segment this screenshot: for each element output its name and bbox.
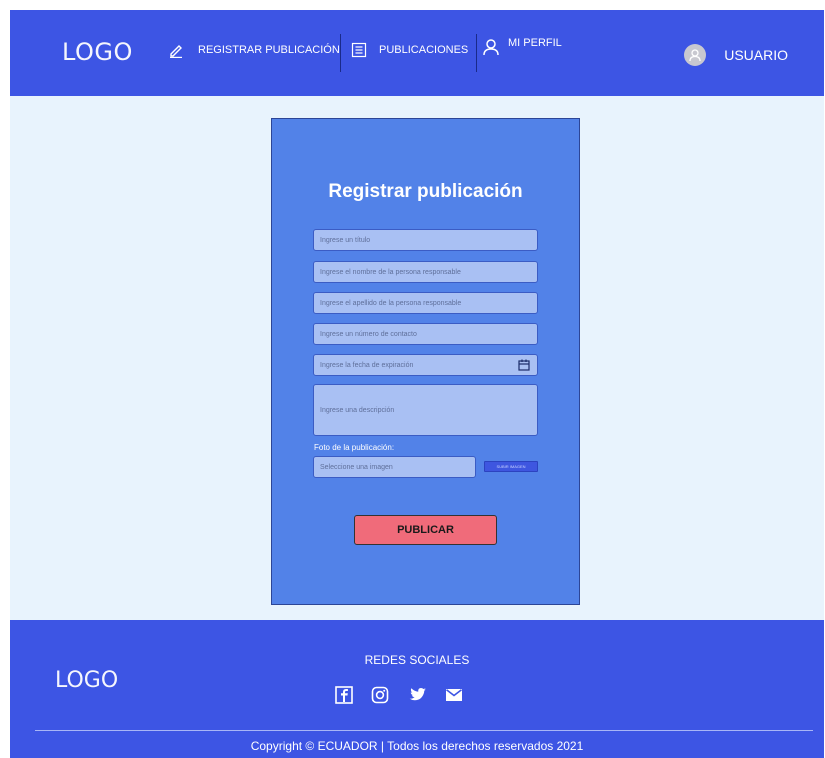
description-textarea[interactable]: Ingrese una descripción — [313, 384, 538, 436]
last-name-placeholder: Ingrese el apellido de la persona respon… — [320, 299, 462, 307]
title-placeholder: Ingrese un título — [320, 236, 371, 244]
avatar — [684, 44, 707, 66]
last-name-input[interactable]: Ingrese el apellido de la persona respon… — [313, 292, 538, 314]
nav-separator — [340, 34, 341, 72]
footer-divider — [35, 730, 813, 731]
nav-separator — [476, 34, 477, 72]
first-name-input[interactable]: Ingrese el nombre de la persona responsa… — [313, 261, 538, 283]
nav-mi-perfil[interactable]: MI PERFIL — [482, 37, 562, 57]
image-placeholder: Seleccione una imagen — [320, 463, 393, 471]
first-name-placeholder: Ingrese el nombre de la persona responsa… — [320, 268, 461, 276]
upload-image-button[interactable]: SUBIR IMAGEN — [484, 461, 538, 472]
footer-logo[interactable]: LOGO — [55, 668, 118, 693]
nav-publicaciones-label: PUBLICACIONES — [379, 44, 469, 56]
top-navbar: LOGO REGISTRAR PUBLICACIÓN PUBLICACIONES… — [10, 10, 824, 96]
nav-registrar-label: REGISTRAR PUBLICACIÓN — [198, 44, 340, 56]
photo-label: Foto de la publicación: — [314, 443, 395, 452]
nav-registrar-publicacion[interactable]: REGISTRAR PUBLICACIÓN — [168, 40, 340, 60]
header-logo[interactable]: LOGO — [62, 38, 133, 66]
facebook-icon[interactable] — [335, 686, 353, 704]
expiry-placeholder: Ingrese la fecha de expiración — [320, 361, 414, 369]
nav-publicaciones[interactable]: PUBLICACIONES — [351, 40, 468, 60]
title-input[interactable]: Ingrese un título — [313, 229, 538, 251]
instagram-icon[interactable] — [371, 686, 389, 704]
calendar-icon[interactable] — [518, 359, 530, 371]
form-title: Registrar publicación — [328, 181, 523, 202]
copyright-text: Copyright © ECUADOR | Todos los derechos… — [250, 739, 584, 753]
user-icon — [482, 38, 500, 56]
list-icon — [351, 42, 367, 58]
twitter-icon[interactable] — [407, 686, 427, 704]
user-menu[interactable]: USUARIO — [684, 44, 788, 66]
contact-placeholder: Ingrese un número de contacto — [320, 330, 417, 338]
social-title: REDES SOCIALES — [364, 653, 470, 667]
expiry-date-input[interactable]: Ingrese la fecha de expiración — [313, 354, 538, 376]
user-label: USUARIO — [724, 47, 788, 63]
register-publication-form: Registrar publicación Ingrese un título … — [271, 118, 580, 605]
footer: LOGO REDES SOCIALES Copyright © ECUADOR … — [10, 620, 824, 758]
main-content: Registrar publicación Ingrese un título … — [10, 96, 824, 620]
image-file-input[interactable]: Seleccione una imagen — [313, 456, 476, 478]
mail-icon[interactable] — [445, 688, 463, 702]
nav-mi-perfil-label: MI PERFIL — [508, 37, 562, 49]
pencil-icon — [168, 42, 184, 58]
publish-button[interactable]: PUBLICAR — [354, 515, 497, 545]
description-placeholder: Ingrese una descripción — [320, 406, 395, 414]
contact-number-input[interactable]: Ingrese un número de contacto — [313, 323, 538, 345]
social-links — [335, 686, 477, 704]
